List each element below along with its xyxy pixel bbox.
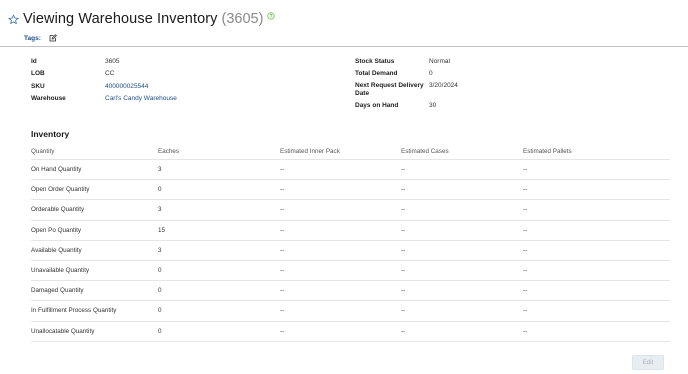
- table-cell: --: [280, 186, 285, 194]
- table-cell: --: [523, 246, 528, 254]
- detail-value: Normal: [429, 58, 450, 65]
- table-cell: --: [280, 307, 285, 315]
- detail-key: Id: [31, 58, 37, 65]
- star-icon[interactable]: [8, 13, 19, 25]
- table-cell: Unallocatable Quantity: [31, 327, 95, 335]
- page: Viewing Warehouse Inventory (3605) Tags:…: [0, 0, 688, 374]
- column-header: Eaches: [158, 148, 180, 155]
- detail-stock-status: Stock Status Normal: [355, 58, 450, 65]
- table-cell: --: [523, 267, 528, 275]
- table-cell: --: [401, 206, 406, 214]
- detail-next-request-delivery-date: Next Request Delivery Date 3/20/2024: [355, 82, 458, 98]
- detail-value: 3/20/2024: [429, 82, 458, 89]
- table-cell: On Hand Quantity: [31, 166, 82, 174]
- table-cell: 3: [158, 246, 162, 254]
- table-cell: --: [401, 186, 406, 194]
- table-cell: --: [280, 246, 285, 254]
- table-cell: Open Po Quantity: [31, 226, 82, 234]
- table-cell: --: [401, 246, 406, 254]
- detail-key: LOB: [31, 70, 45, 77]
- table-header-row: Quantity Eaches Estimated Inner Pack Est…: [31, 144, 670, 160]
- detail-id: Id 3605: [31, 58, 119, 65]
- detail-key: Next Request Delivery Date: [355, 82, 424, 97]
- table-cell: 15: [158, 226, 166, 234]
- table-cell: 3: [158, 166, 162, 174]
- edit-button[interactable]: Edit: [632, 355, 664, 370]
- column-header: Estimated Cases: [401, 148, 449, 155]
- record-count: (3605): [221, 11, 264, 27]
- column-header: Quantity: [31, 148, 55, 155]
- detail-value: 30: [429, 102, 437, 109]
- table-row: Damaged Quantity 0 -- -- --: [31, 281, 670, 302]
- table-cell: --: [280, 287, 285, 295]
- detail-value: 0: [429, 70, 433, 77]
- table-cell: --: [280, 267, 285, 275]
- detail-lob: LOB CC: [31, 70, 114, 77]
- table-cell: Unavailable Quantity: [31, 267, 90, 275]
- table-cell: --: [401, 327, 406, 335]
- column-header: Estimated Pallets: [523, 148, 572, 155]
- table-cell: 3: [158, 206, 162, 214]
- table-row: Open Order Quantity 0 -- -- --: [31, 180, 670, 201]
- tags-bar: Tags:: [24, 34, 57, 42]
- table-cell: --: [401, 226, 406, 234]
- table-cell: 0: [158, 307, 162, 315]
- table-row: Unallocatable Quantity 0 -- -- --: [31, 322, 670, 342]
- table-cell: 0: [158, 287, 162, 295]
- detail-value: CC: [105, 70, 115, 77]
- table-cell: --: [523, 206, 528, 214]
- edit-tags-icon[interactable]: [49, 34, 57, 42]
- detail-key: Stock Status: [355, 58, 395, 65]
- inventory-heading: Inventory: [31, 129, 70, 139]
- table-row: Open Po Quantity 15 -- -- --: [31, 221, 670, 241]
- detail-days-on-hand: Days on Hand 30: [355, 102, 436, 109]
- table-cell: --: [401, 166, 406, 174]
- page-header: Viewing Warehouse Inventory (3605): [8, 11, 276, 27]
- column-header: Estimated Inner Pack: [280, 148, 340, 155]
- table-cell: --: [280, 206, 285, 214]
- table-cell: --: [280, 327, 285, 335]
- detail-value: 3605: [105, 58, 120, 65]
- help-icon[interactable]: [267, 12, 276, 20]
- detail-sku: SKU 400000025544: [31, 83, 148, 90]
- detail-key: SKU: [31, 83, 45, 90]
- detail-total-demand: Total Demand 0: [355, 70, 433, 77]
- table-cell: --: [523, 226, 528, 234]
- warehouse-link[interactable]: Carl's Candy Warehouse: [105, 95, 177, 102]
- table-cell: --: [280, 226, 285, 234]
- table-cell: Open Order Quantity: [31, 186, 90, 194]
- inventory-table: Quantity Eaches Estimated Inner Pack Est…: [31, 144, 670, 342]
- table-row: Unavailable Quantity 0 -- -- --: [31, 261, 670, 282]
- detail-key: Days on Hand: [355, 102, 399, 109]
- table-cell: Available Quantity: [31, 246, 82, 254]
- detail-key: Warehouse: [31, 95, 66, 102]
- table-cell: 0: [158, 186, 162, 194]
- table-row: Available Quantity 3 -- -- --: [31, 241, 670, 261]
- table-cell: --: [401, 307, 406, 315]
- table-cell: --: [523, 166, 528, 174]
- table-cell: Damaged Quantity: [31, 287, 84, 295]
- table-cell: Orderable Quantity: [31, 206, 85, 214]
- tags-label: Tags:: [24, 34, 41, 42]
- detail-key: Total Demand: [355, 70, 398, 77]
- table-cell: --: [523, 186, 528, 194]
- table-cell: --: [401, 287, 406, 295]
- table-cell: --: [523, 287, 528, 295]
- table-cell: --: [523, 327, 528, 335]
- table-row: Orderable Quantity 3 -- -- --: [31, 200, 670, 221]
- sku-link[interactable]: 400000025544: [105, 83, 148, 90]
- table-cell: 0: [158, 327, 162, 335]
- table-cell: 0: [158, 267, 162, 275]
- page-title: Viewing Warehouse Inventory: [23, 11, 218, 27]
- table-cell: --: [401, 267, 406, 275]
- table-cell: --: [280, 166, 285, 174]
- table-row: In Fulfillment Process Quantity 0 -- -- …: [31, 301, 670, 322]
- table-row: On Hand Quantity 3 -- -- --: [31, 160, 670, 181]
- header-divider: [0, 46, 688, 47]
- detail-warehouse: Warehouse Carl's Candy Warehouse: [31, 95, 177, 102]
- table-cell: --: [523, 307, 528, 315]
- table-cell: In Fulfillment Process Quantity: [31, 307, 117, 315]
